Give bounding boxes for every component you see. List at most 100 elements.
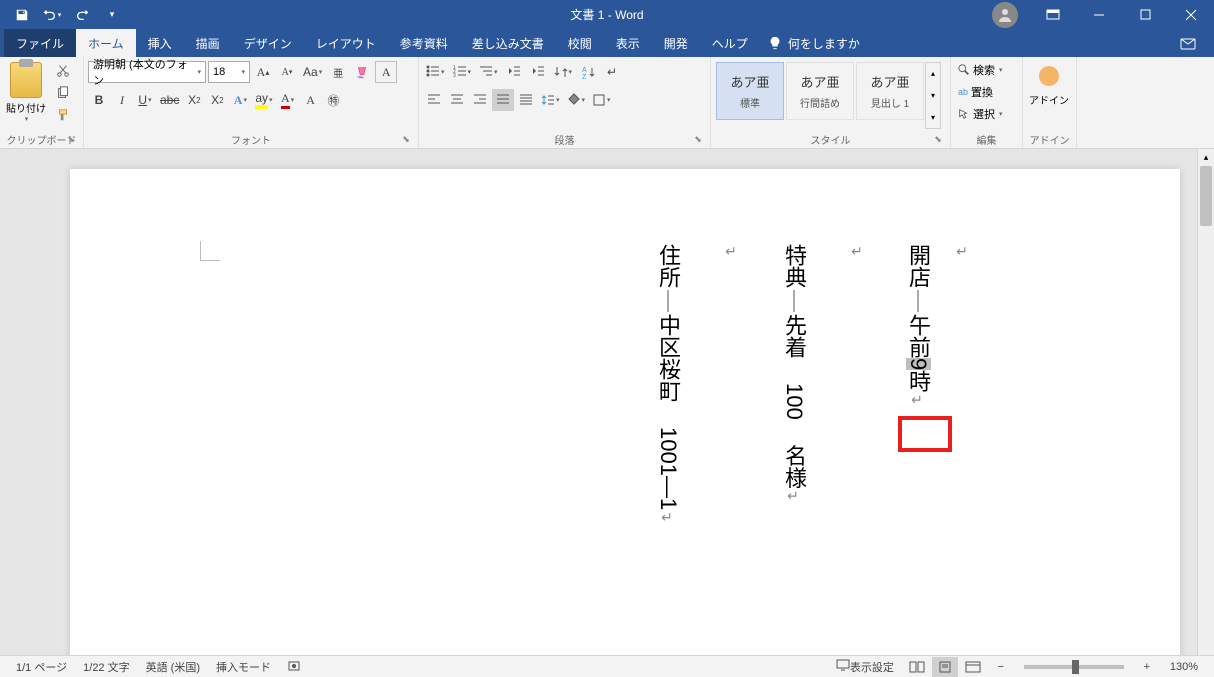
- font-size-combo[interactable]: 18▾: [208, 61, 250, 83]
- zoom-slider[interactable]: [1024, 665, 1124, 669]
- decrease-indent-button[interactable]: [503, 61, 525, 83]
- style-no-spacing[interactable]: あア亜行間詰め: [786, 62, 854, 120]
- tab-design[interactable]: デザイン: [232, 29, 304, 57]
- redo-button[interactable]: [68, 3, 96, 27]
- show-marks-button[interactable]: ↵: [601, 61, 623, 83]
- change-case-button[interactable]: Aa▾: [300, 61, 325, 83]
- text-effects-button[interactable]: A▾: [229, 89, 251, 111]
- subscript-button[interactable]: X2: [183, 89, 205, 111]
- close-button[interactable]: [1168, 0, 1214, 29]
- account-icon[interactable]: [992, 2, 1018, 28]
- clipboard-group: 貼り付け ▾ クリップボード⬊: [0, 57, 84, 148]
- style-heading1[interactable]: あア亜見出し 1: [856, 62, 924, 120]
- styles-launcher[interactable]: ⬊: [932, 134, 944, 146]
- tab-layout[interactable]: レイアウト: [304, 29, 388, 57]
- clipboard-launcher[interactable]: ⬊: [65, 134, 77, 146]
- font-color-button[interactable]: A▾: [277, 89, 299, 111]
- share-button[interactable]: [1170, 29, 1206, 57]
- bold-button[interactable]: B: [88, 89, 110, 111]
- line-spacing-button[interactable]: ▾: [538, 89, 563, 111]
- tab-insert[interactable]: 挿入: [136, 29, 184, 57]
- align-center-button[interactable]: [446, 89, 468, 111]
- tab-references[interactable]: 参考資料: [388, 29, 460, 57]
- language-status[interactable]: 英語 (米国): [138, 659, 208, 675]
- insert-mode[interactable]: 挿入モード: [208, 659, 279, 675]
- zoom-in-button[interactable]: +: [1134, 657, 1160, 677]
- replace-button[interactable]: ab置換: [955, 82, 996, 102]
- zoom-out-button[interactable]: −: [988, 657, 1014, 677]
- grow-font-button[interactable]: A▴: [252, 61, 274, 83]
- web-layout-button[interactable]: [960, 657, 986, 677]
- page[interactable]: ↵ 開店午前9時↵ ↵ 特典先着 100 名様↵ ↵ 住所中区桜町 1001—1…: [70, 169, 1180, 655]
- superscript-button[interactable]: X2: [206, 89, 228, 111]
- styles-next[interactable]: ▾: [926, 85, 940, 107]
- phonetic-guide-button[interactable]: 亜: [327, 61, 349, 83]
- tab-view[interactable]: 表示: [604, 29, 652, 57]
- bullets-button[interactable]: ▾: [423, 61, 448, 83]
- paste-button[interactable]: 貼り付け ▾: [4, 60, 48, 126]
- underline-button[interactable]: U▾: [134, 89, 156, 111]
- clear-formatting-button[interactable]: [351, 61, 373, 83]
- copy-button[interactable]: [52, 82, 74, 104]
- text-line-3[interactable]: 住所中区桜町 1001—1↵: [646, 244, 690, 526]
- multilevel-list-button[interactable]: ▾: [476, 61, 501, 83]
- scroll-up-button[interactable]: ▴: [1198, 149, 1214, 166]
- align-right-button[interactable]: [469, 89, 491, 111]
- distributed-button[interactable]: [515, 89, 537, 111]
- styles-more[interactable]: ▾: [926, 106, 940, 128]
- minimize-button[interactable]: [1076, 0, 1122, 29]
- styles-prev[interactable]: ▴: [926, 63, 940, 85]
- select-button[interactable]: 選択▾: [955, 104, 1006, 124]
- paragraph-group-label: 段落: [555, 132, 575, 147]
- italic-button[interactable]: I: [111, 89, 133, 111]
- sort-button[interactable]: AZ: [577, 61, 599, 83]
- paragraph-launcher[interactable]: ⬊: [692, 134, 704, 146]
- zoom-handle[interactable]: [1072, 660, 1079, 674]
- numbering-button[interactable]: 123▾: [450, 61, 475, 83]
- ribbon-display-options[interactable]: [1030, 0, 1076, 29]
- strikethrough-button[interactable]: abc: [157, 89, 182, 111]
- highlight-button[interactable]: ay▾: [252, 89, 275, 111]
- read-mode-button[interactable]: [904, 657, 930, 677]
- tab-home[interactable]: ホーム: [76, 29, 136, 57]
- text-direction-button[interactable]: ▾: [551, 61, 576, 83]
- scroll-thumb[interactable]: [1200, 166, 1212, 226]
- maximize-button[interactable]: [1122, 0, 1168, 29]
- shrink-font-button[interactable]: A▾: [276, 61, 298, 83]
- enclosed-char-button[interactable]: ㊕: [323, 89, 345, 111]
- tab-draw[interactable]: 描画: [184, 29, 232, 57]
- word-count[interactable]: 1/22 文字: [75, 659, 137, 675]
- justify-button[interactable]: [492, 89, 514, 111]
- page-count[interactable]: 1/1 ページ: [8, 659, 75, 675]
- font-launcher[interactable]: ⬊: [400, 134, 412, 146]
- display-settings[interactable]: 表示設定: [828, 659, 902, 675]
- font-name-combo[interactable]: 游明朝 (本文のフォン▾: [88, 61, 206, 83]
- macro-record[interactable]: [279, 658, 309, 675]
- tab-file[interactable]: ファイル: [4, 29, 76, 57]
- qat-customize[interactable]: ▾: [98, 3, 126, 27]
- text-line-2[interactable]: 特典先着 100 名様↵: [772, 244, 816, 505]
- addins-button[interactable]: アドイン: [1027, 60, 1071, 120]
- align-left-button[interactable]: [423, 89, 445, 111]
- cut-button[interactable]: [52, 60, 74, 82]
- style-normal[interactable]: あア亜標準: [716, 62, 784, 120]
- char-shading-button[interactable]: A: [300, 89, 322, 111]
- save-button[interactable]: [8, 3, 36, 27]
- text-line-1[interactable]: 開店午前9時↵: [896, 244, 940, 408]
- borders-button[interactable]: ▾: [589, 89, 614, 111]
- character-border-button[interactable]: A: [375, 61, 397, 83]
- tab-developer[interactable]: 開発: [652, 29, 700, 57]
- format-painter-button[interactable]: [52, 104, 74, 126]
- undo-button[interactable]: ▾: [38, 3, 66, 27]
- find-button[interactable]: 検索▾: [955, 60, 1006, 80]
- tab-help[interactable]: ヘルプ: [700, 29, 760, 57]
- editing-group-label: 編集: [977, 132, 997, 147]
- tab-review[interactable]: 校閲: [556, 29, 604, 57]
- tab-mailings[interactable]: 差し込み文書: [460, 29, 556, 57]
- increase-indent-button[interactable]: [527, 61, 549, 83]
- zoom-level[interactable]: 130%: [1162, 661, 1206, 673]
- print-layout-button[interactable]: [932, 657, 958, 677]
- vertical-scrollbar[interactable]: ▴: [1197, 149, 1214, 655]
- shading-button[interactable]: ▾: [564, 89, 589, 111]
- tell-me-search[interactable]: 何をしますか: [768, 29, 860, 57]
